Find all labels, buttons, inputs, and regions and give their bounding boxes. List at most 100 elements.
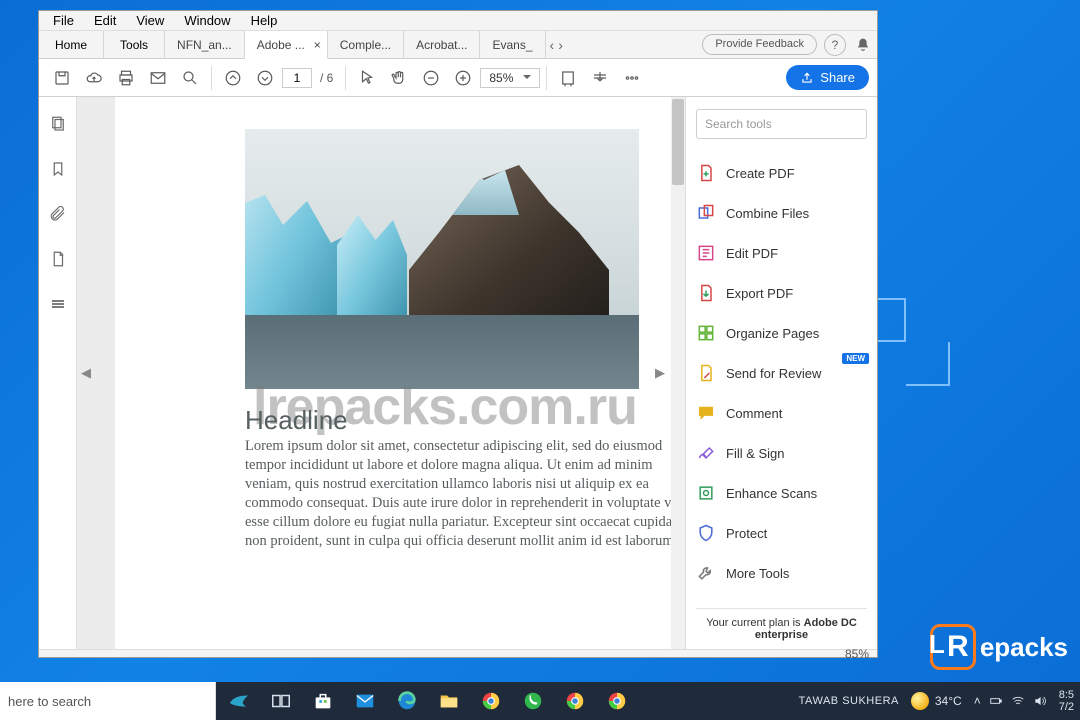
page-number-input[interactable] <box>282 68 312 88</box>
page-icon[interactable] <box>49 250 67 273</box>
taskbar-explorer-icon[interactable] <box>432 684 466 718</box>
tool-label: Export PDF <box>726 286 793 301</box>
taskbar-chrome3-icon[interactable] <box>600 684 634 718</box>
wifi-icon[interactable] <box>1011 694 1025 708</box>
taskbar-store-icon[interactable] <box>306 684 340 718</box>
taskbar-chrome-icon[interactable] <box>474 684 508 718</box>
page-total: / 6 <box>314 71 339 85</box>
tray-chevron-icon[interactable]: ˄ <box>974 694 981 708</box>
scrollbar-track[interactable] <box>671 97 685 649</box>
bell-icon[interactable] <box>852 34 874 56</box>
tab-next-icon[interactable]: › <box>558 37 563 53</box>
desktop-tile <box>906 342 950 386</box>
help-icon[interactable]: ? <box>824 34 846 56</box>
tool-enhance-scans[interactable]: Enhance Scans <box>696 475 867 511</box>
close-tab-icon[interactable]: × <box>314 38 321 52</box>
tab-doc-2[interactable]: Comple... <box>328 31 404 58</box>
taskbar-whatsapp-icon[interactable] <box>516 684 550 718</box>
layers-icon[interactable] <box>49 295 67 318</box>
taskbar-mail-icon[interactable] <box>348 684 382 718</box>
menu-file[interactable]: File <box>45 12 82 29</box>
taskbar-search[interactable] <box>0 682 216 720</box>
share-label: Share <box>820 70 855 85</box>
document-viewport[interactable]: ◀ lrepacks.com.ru Headline Lorem ipsum d… <box>77 97 685 649</box>
search-icon[interactable] <box>175 63 205 93</box>
menu-bar: File Edit View Window Help <box>39 11 877 31</box>
system-tray[interactable]: ˄ <box>974 694 1047 708</box>
mail-icon[interactable] <box>143 63 173 93</box>
tool-more-tools[interactable]: More Tools <box>696 555 867 591</box>
more-icon[interactable] <box>617 63 647 93</box>
tool-edit-pdf[interactable]: Edit PDF <box>696 235 867 271</box>
tool-label: More Tools <box>726 566 789 581</box>
zoom-in-icon[interactable] <box>448 63 478 93</box>
scrollbar-thumb[interactable] <box>672 99 684 185</box>
tool-protect[interactable]: Protect <box>696 515 867 551</box>
zoom-dropdown[interactable]: 85% <box>480 68 540 88</box>
fit-width-icon[interactable] <box>553 63 583 93</box>
page-up-icon[interactable] <box>218 63 248 93</box>
share-button[interactable]: Share <box>786 65 869 90</box>
share-icon <box>800 71 814 85</box>
save-icon[interactable] <box>47 63 77 93</box>
taskbar: TAWAB SUKHERA 34°C ˄ 8:57/2 <box>0 682 1080 720</box>
taskbar-edge-icon[interactable] <box>390 684 424 718</box>
taskbar-weather[interactable]: 34°C <box>911 692 962 710</box>
cloud-upload-icon[interactable] <box>79 63 109 93</box>
tab-doc-1-active[interactable]: Adobe ... × <box>245 31 328 59</box>
tool-label: Enhance Scans <box>726 486 817 501</box>
tool-comment[interactable]: Comment <box>696 395 867 431</box>
taskbar-taskview-icon[interactable] <box>264 684 298 718</box>
pointer-icon[interactable] <box>352 63 382 93</box>
document-image <box>245 129 639 389</box>
print-icon[interactable] <box>111 63 141 93</box>
provide-feedback-button[interactable]: Provide Feedback <box>702 34 817 55</box>
prev-page-icon[interactable]: ◀ <box>81 365 91 381</box>
next-page-icon[interactable]: ▶ <box>655 365 665 381</box>
page-down-icon[interactable] <box>250 63 280 93</box>
tool-label: Comment <box>726 406 782 421</box>
acrobat-window: File Edit View Window Help Home Tools NF… <box>38 10 878 658</box>
new-badge: NEW <box>842 353 869 364</box>
tab-doc-3[interactable]: Acrobat... <box>404 31 480 58</box>
zoom-out-icon[interactable] <box>416 63 446 93</box>
tool-label: Protect <box>726 526 767 541</box>
tool-organize-pages[interactable]: Organize Pages <box>696 315 867 351</box>
status-bar: 85% <box>39 649 877 657</box>
tab-home[interactable]: Home <box>39 31 104 58</box>
attachment-icon[interactable] <box>49 205 67 228</box>
volume-icon[interactable] <box>1033 694 1047 708</box>
tab-tools[interactable]: Tools <box>104 31 165 58</box>
tab-doc-4[interactable]: Evans_ <box>480 31 545 58</box>
taskbar-chrome2-icon[interactable] <box>558 684 592 718</box>
toolbar: / 6 85% Share <box>39 59 877 97</box>
plan-info: Your current plan is Adobe DC enterprise <box>696 608 867 649</box>
tool-create-pdf[interactable]: Create PDF <box>696 155 867 191</box>
hand-icon[interactable] <box>384 63 414 93</box>
tool-combine-files[interactable]: Combine Files <box>696 195 867 231</box>
menu-window[interactable]: Window <box>176 12 238 29</box>
menu-view[interactable]: View <box>128 12 172 29</box>
taskbar-search-input[interactable] <box>8 694 215 709</box>
battery-icon[interactable] <box>989 694 1003 708</box>
thumbnails-icon[interactable] <box>49 115 67 138</box>
tool-export-pdf[interactable]: Export PDF <box>696 275 867 311</box>
tool-fill-sign[interactable]: Fill & Sign <box>696 435 867 471</box>
taskbar-app-marlin-icon[interactable] <box>222 684 256 718</box>
fit-page-icon[interactable] <box>585 63 615 93</box>
taskbar-clock[interactable]: 8:57/2 <box>1059 689 1074 713</box>
bookmark-icon[interactable] <box>49 160 67 183</box>
search-tools-input[interactable]: Search tools <box>696 109 867 139</box>
logo-icon: L R <box>930 624 976 670</box>
menu-help[interactable]: Help <box>243 12 286 29</box>
status-zoom: 85% <box>845 647 869 661</box>
menu-edit[interactable]: Edit <box>86 12 124 29</box>
tab-row: Home Tools NFN_an... Adobe ... × Comple.… <box>39 31 877 59</box>
tool-label: Fill & Sign <box>726 446 785 461</box>
tool-label: Combine Files <box>726 206 809 221</box>
tab-prev-icon[interactable]: ‹ <box>550 37 555 53</box>
document-headline: Headline <box>245 405 348 436</box>
tools-panel: Search tools Create PDF Combine Files Ed… <box>685 97 877 649</box>
tab-doc-0[interactable]: NFN_an... <box>165 31 245 58</box>
tool-send-for-review[interactable]: NEWSend for Review <box>696 355 867 391</box>
